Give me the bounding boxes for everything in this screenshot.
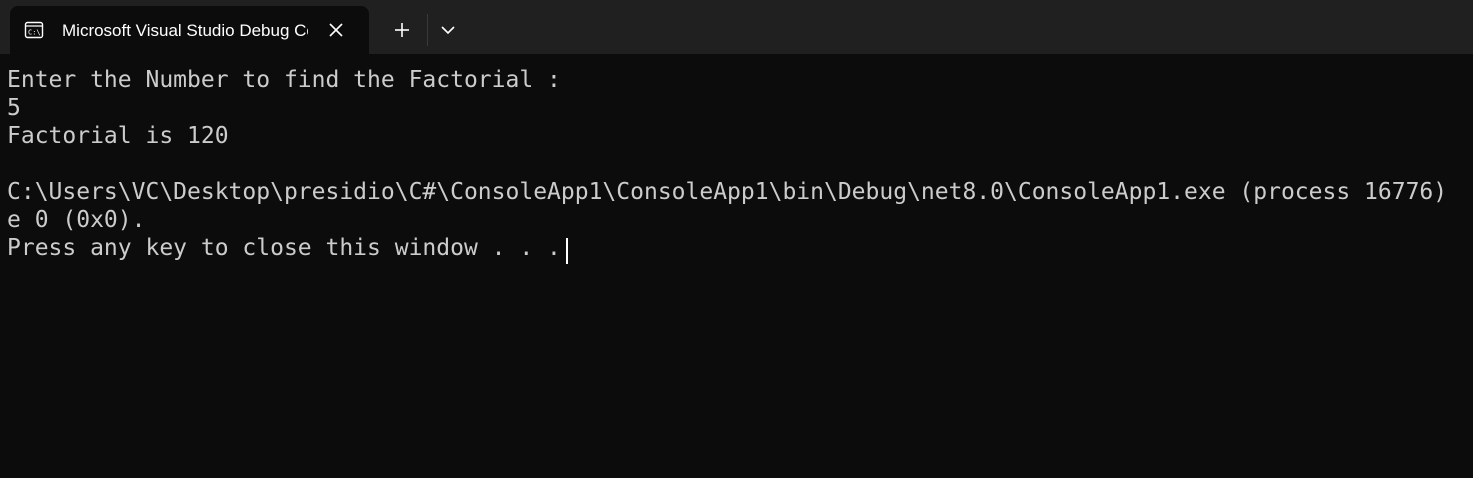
close-icon[interactable] (326, 20, 346, 40)
tab-title: Microsoft Visual Studio Debug Console (62, 21, 308, 40)
tab-divider (427, 14, 428, 46)
plus-icon[interactable] (384, 12, 420, 48)
text-cursor (566, 238, 568, 264)
console-line-prompt: Enter the Number to find the Factorial : (7, 67, 561, 93)
console-icon: C:\ (24, 21, 44, 39)
console-line-input: 5 (7, 95, 21, 121)
tab-debug-console[interactable]: C:\ Microsoft Visual Studio Debug Consol… (10, 6, 369, 54)
console-line-press-key: Press any key to close this window . . . (7, 235, 561, 261)
console-output[interactable]: Enter the Number to find the Factorial :… (0, 54, 1473, 478)
tab-bar: C:\ Microsoft Visual Studio Debug Consol… (0, 0, 1473, 54)
chevron-down-icon[interactable] (434, 12, 462, 48)
terminal-window: C:\ Microsoft Visual Studio Debug Consol… (0, 0, 1473, 478)
console-line-result: Factorial is 120 (7, 123, 229, 149)
console-line-exit-path: C:\Users\VC\Desktop\presidio\C#\ConsoleA… (7, 179, 1448, 205)
console-line-exit-code: e 0 (0x0). (7, 207, 146, 233)
svg-text:C:\: C:\ (28, 29, 41, 37)
